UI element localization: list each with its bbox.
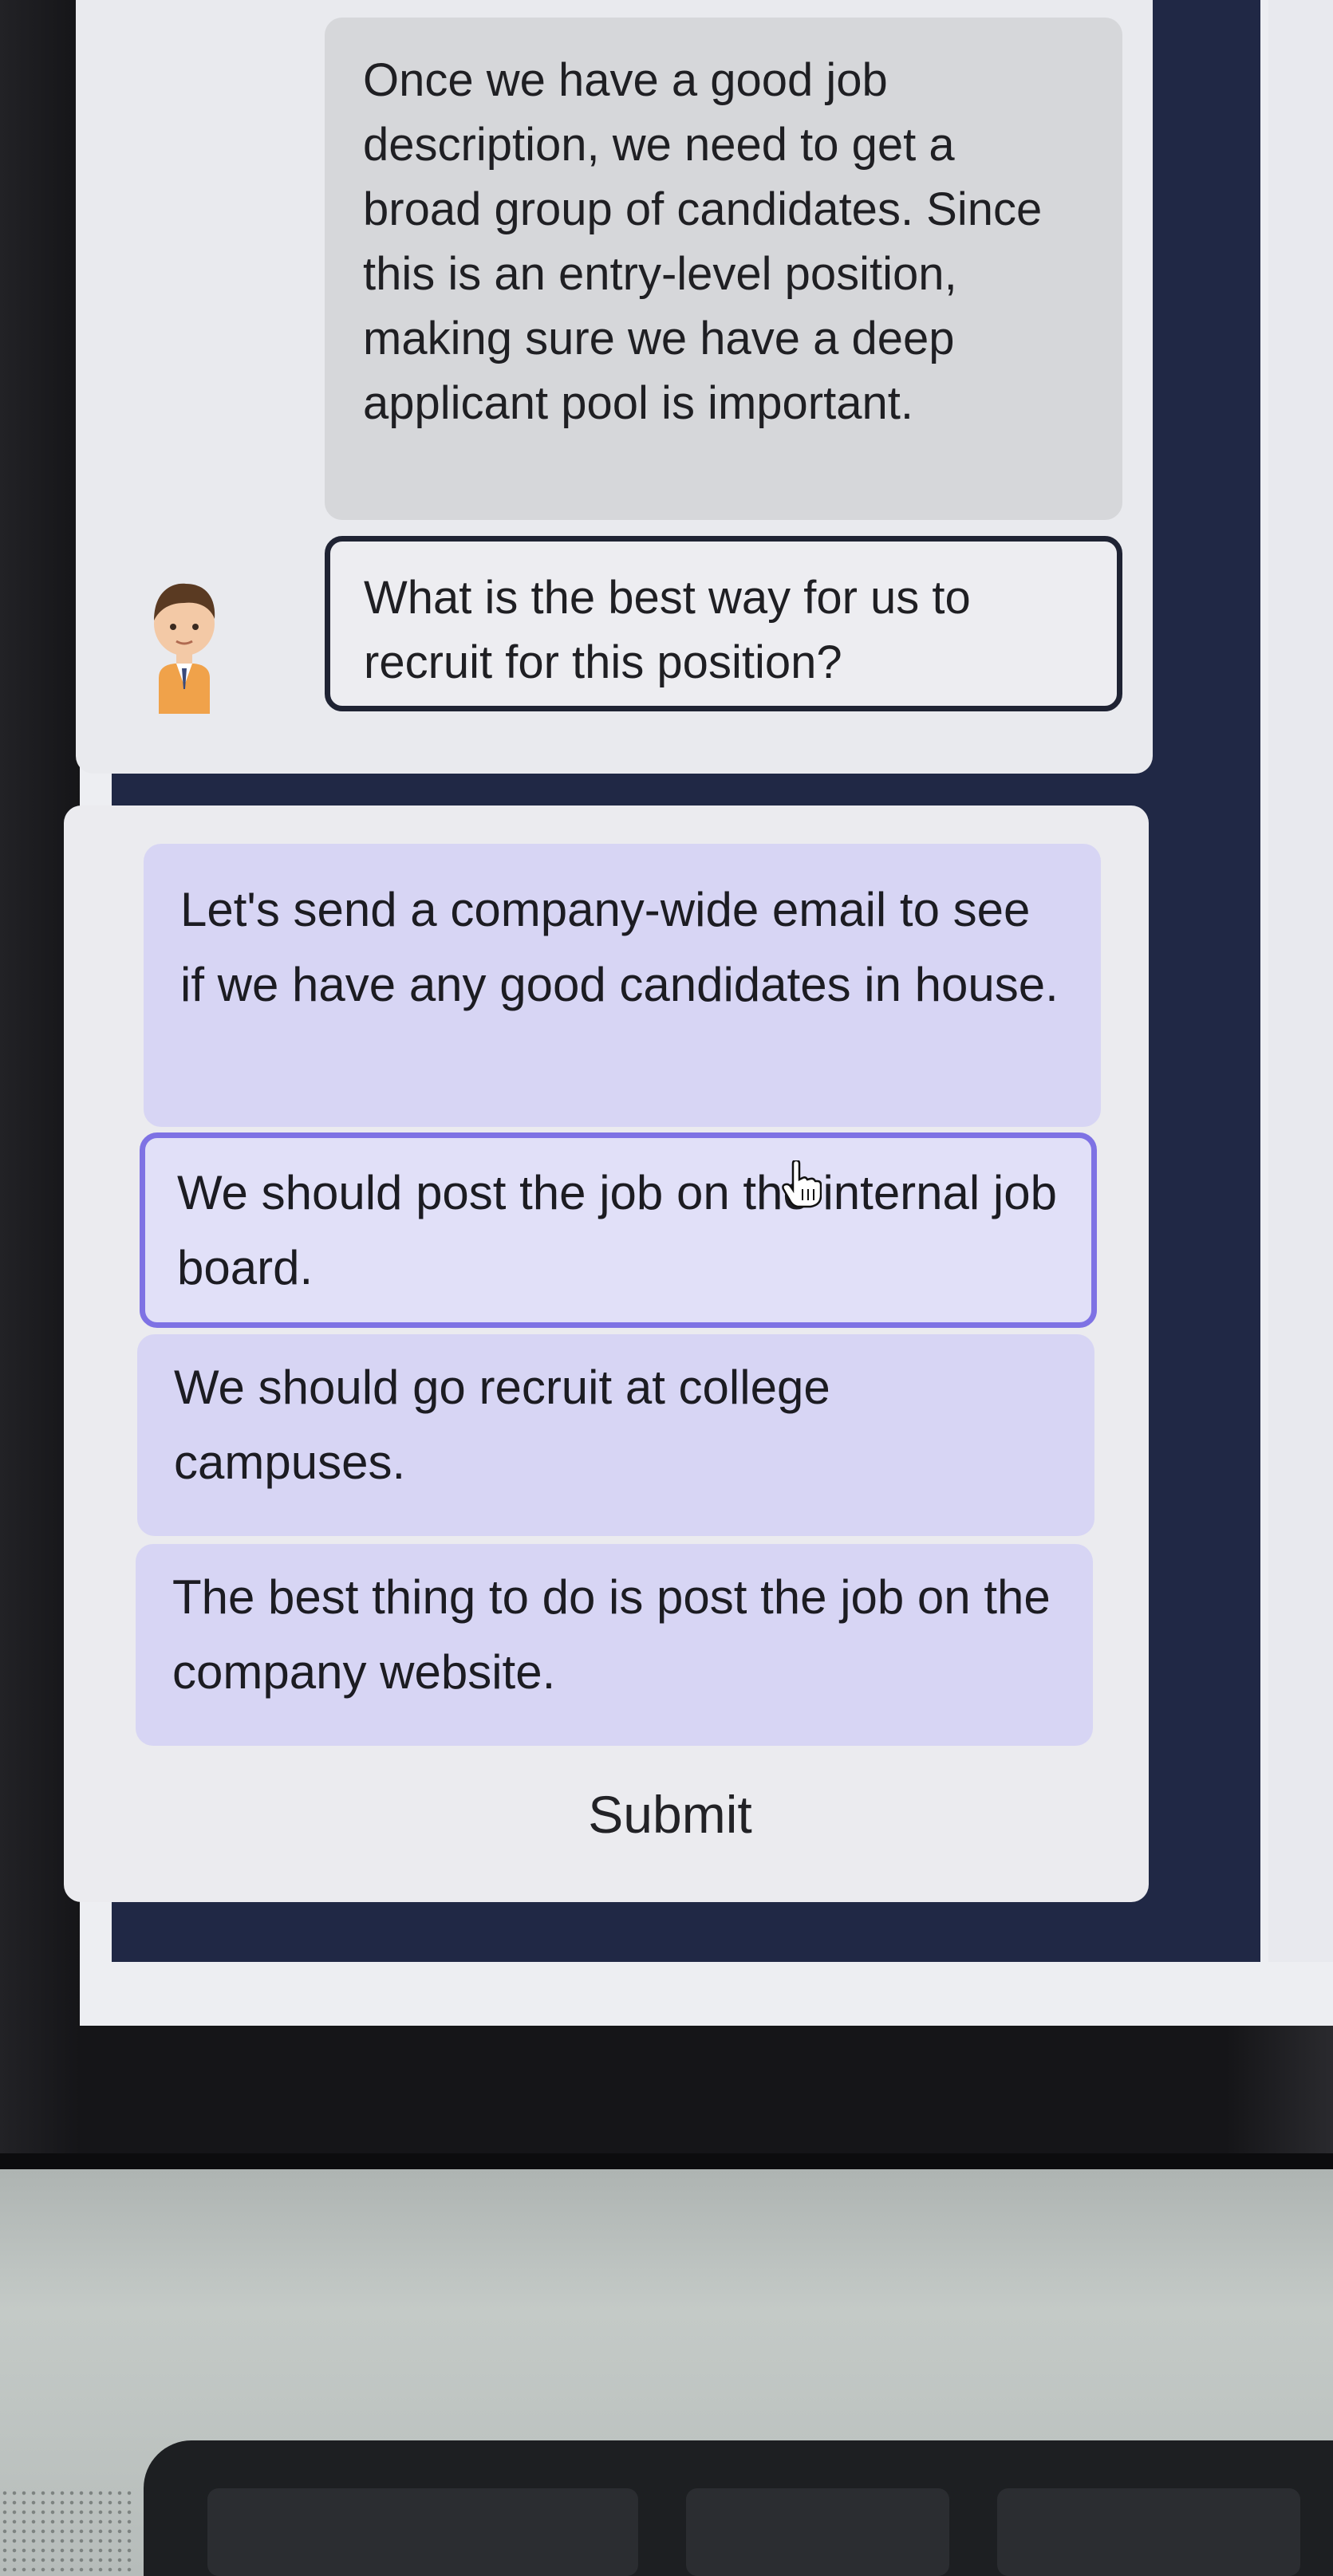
npc-speech-bubble: Once we have a good job description, we … xyxy=(325,18,1122,520)
submit-button[interactable]: Submit xyxy=(495,1767,846,1862)
side-panel-edge xyxy=(1268,0,1333,1962)
answer-option-1[interactable]: Let's send a company-wide email to see i… xyxy=(144,844,1101,1127)
answer-option-4[interactable]: The best thing to do is post the job on … xyxy=(136,1544,1093,1746)
businessman-avatar-icon xyxy=(154,583,215,714)
keyboard-key xyxy=(207,2488,638,2576)
keyboard-key xyxy=(686,2488,949,2576)
speaker-grille xyxy=(0,2488,136,2576)
answer-option-2-selected[interactable]: We should post the job on the internal j… xyxy=(140,1132,1097,1328)
keyboard-key xyxy=(997,2488,1300,2576)
answer-option-3[interactable]: We should go recruit at college campuses… xyxy=(137,1334,1094,1536)
player-question-bubble: What is the best way for us to recruit f… xyxy=(325,536,1122,711)
conversation-panel: Once we have a good job description, we … xyxy=(76,0,1153,774)
hand-pointer-cursor-icon xyxy=(782,1160,822,1208)
keyboard xyxy=(144,2440,1333,2576)
